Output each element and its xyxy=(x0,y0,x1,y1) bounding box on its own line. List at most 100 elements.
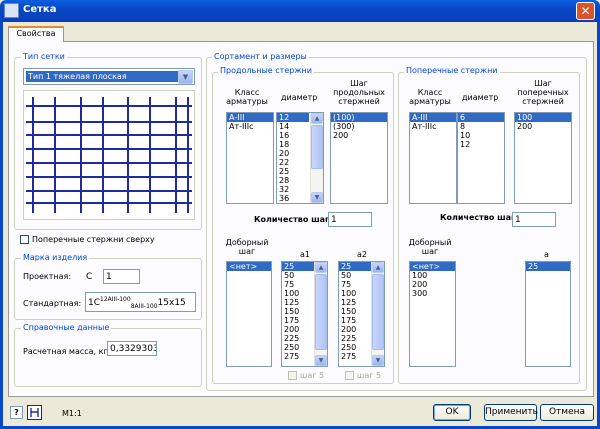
list-item[interactable]: 225 xyxy=(339,334,371,343)
list-item[interactable]: 250 xyxy=(339,343,371,352)
scroll-up-icon[interactable]: ▲ xyxy=(372,262,384,273)
list-item[interactable]: (300) xyxy=(331,122,387,131)
list-item[interactable]: 20 xyxy=(277,149,309,158)
list-item[interactable]: 175 xyxy=(282,316,314,325)
list-item[interactable]: 12 xyxy=(458,140,504,149)
trans-steps-count-input[interactable]: 1 xyxy=(512,212,556,227)
scroll-thumb[interactable] xyxy=(315,274,327,350)
long-diam-scrollbar[interactable]: ▲ ▼ xyxy=(310,113,323,203)
list-item[interactable]: 16 xyxy=(277,131,309,140)
list-item[interactable]: 200 xyxy=(515,122,571,131)
a1-step5-checkbox[interactable] xyxy=(288,371,297,380)
a2-step5-checkbox[interactable] xyxy=(345,371,354,380)
long-extra-step-list[interactable]: <нет> xyxy=(226,261,272,367)
list-item[interactable]: 175 xyxy=(339,316,371,325)
scroll-down-icon[interactable]: ▼ xyxy=(372,355,384,366)
list-item[interactable]: <нет> xyxy=(227,262,271,271)
list-item[interactable]: 150 xyxy=(282,307,314,316)
list-item[interactable]: 100 xyxy=(515,113,571,122)
trans-class-header: Класс арматуры xyxy=(409,88,451,106)
scroll-down-icon[interactable]: ▼ xyxy=(311,192,323,203)
longitudinal-title: Продольные стержни xyxy=(218,66,314,75)
pick-tool-icon[interactable] xyxy=(27,405,42,420)
list-item[interactable]: Ат-IIIс xyxy=(410,122,456,131)
list-item[interactable]: 25 xyxy=(526,262,570,271)
scroll-thumb[interactable] xyxy=(372,274,384,350)
ok-button[interactable]: OK xyxy=(433,404,471,421)
scroll-up-icon[interactable]: ▲ xyxy=(311,113,323,124)
scroll-down-icon[interactable]: ▼ xyxy=(315,355,327,366)
list-item[interactable]: 150 xyxy=(339,307,371,316)
scroll-thumb[interactable] xyxy=(311,125,323,169)
list-item[interactable]: 300 xyxy=(410,289,455,298)
scroll-up-icon[interactable]: ▲ xyxy=(315,262,327,273)
list-item[interactable]: А-III xyxy=(410,113,456,122)
list-item[interactable]: 125 xyxy=(282,298,314,307)
mesh-type-selected: Тип 1 тяжелая плоская xyxy=(26,71,192,82)
trans-step-list[interactable]: 100 200 xyxy=(514,112,572,204)
trans-extra-step-list[interactable]: <нет> 100 200 300 xyxy=(409,261,456,367)
a1-header: а1 xyxy=(300,250,310,259)
apply-button[interactable]: Применить xyxy=(484,404,538,421)
transverse-title: Поперечные стержни xyxy=(404,66,500,75)
list-item[interactable]: А-III xyxy=(227,113,273,122)
a1-list[interactable]: 25 50 75 100 125 150 175 200 225 250 275 ▲ ▼ xyxy=(281,261,328,367)
list-item[interactable]: 100 xyxy=(410,271,455,280)
transverse-on-top-checkbox[interactable] xyxy=(20,235,29,244)
list-item[interactable]: 100 xyxy=(282,289,314,298)
list-item[interactable]: 12 xyxy=(277,113,309,122)
a-list[interactable]: 25 xyxy=(525,261,571,367)
list-item[interactable]: Ат-IIIс xyxy=(227,122,273,131)
list-item[interactable]: 75 xyxy=(282,280,314,289)
list-item[interactable]: 6 xyxy=(458,113,504,122)
list-item[interactable]: (100) xyxy=(331,113,387,122)
list-item[interactable]: 14 xyxy=(277,122,309,131)
list-item[interactable]: 36 xyxy=(277,194,309,203)
chevron-down-icon[interactable]: ▼ xyxy=(178,70,193,84)
tab-properties[interactable]: Свойства xyxy=(8,26,64,42)
list-item[interactable]: 10 xyxy=(458,131,504,140)
design-mark-label: Проектная: xyxy=(23,272,72,281)
list-item[interactable]: 250 xyxy=(282,343,314,352)
trans-diam-list[interactable]: 6 8 10 12 xyxy=(457,112,505,204)
a2-list[interactable]: 25 50 75 100 125 150 175 200 225 250 275 ▲ ▼ xyxy=(338,261,385,367)
list-item[interactable]: 275 xyxy=(282,352,314,361)
close-button[interactable]: ✕ xyxy=(576,2,595,20)
long-step-header: Шаг продольных стержней xyxy=(333,79,385,106)
long-diam-list[interactable]: 12 14 16 18 20 22 25 28 32 36 ▲ ▼ xyxy=(276,112,324,204)
long-step-list[interactable]: (100) (300) 200 xyxy=(330,112,388,204)
a2-scrollbar[interactable]: ▲ ▼ xyxy=(371,262,384,366)
list-item[interactable]: 25 xyxy=(282,262,314,271)
list-item[interactable]: 200 xyxy=(410,280,455,289)
trans-class-list[interactable]: А-III Ат-IIIс xyxy=(409,112,457,204)
long-class-list[interactable]: А-III Ат-IIIс xyxy=(226,112,274,204)
list-item[interactable]: 22 xyxy=(277,158,309,167)
list-item[interactable]: <нет> xyxy=(410,262,455,271)
trans-diam-header: диаметр xyxy=(462,93,499,102)
design-mark-input[interactable]: 1 xyxy=(103,269,140,284)
list-item[interactable]: 8 xyxy=(458,122,504,131)
list-item[interactable]: 25 xyxy=(339,262,371,271)
list-item[interactable]: 125 xyxy=(339,298,371,307)
standard-mark-field: 1С12AIII-1008AIII-10015x15 xyxy=(85,292,196,312)
list-item[interactable]: 25 xyxy=(277,167,309,176)
mass-label: Расчетная масса, кг: xyxy=(23,347,111,356)
list-item[interactable]: 18 xyxy=(277,140,309,149)
list-item[interactable]: 32 xyxy=(277,185,309,194)
list-item[interactable]: 50 xyxy=(282,271,314,280)
list-item[interactable]: 75 xyxy=(339,280,371,289)
list-item[interactable]: 50 xyxy=(339,271,371,280)
list-item[interactable]: 200 xyxy=(331,131,387,140)
list-item[interactable]: 28 xyxy=(277,176,309,185)
help-icon[interactable]: ? xyxy=(10,406,23,419)
a1-scrollbar[interactable]: ▲ ▼ xyxy=(314,262,327,366)
list-item[interactable]: 225 xyxy=(282,334,314,343)
mesh-type-select[interactable]: Тип 1 тяжелая плоская ▼ xyxy=(23,68,195,85)
list-item[interactable]: 275 xyxy=(339,352,371,361)
list-item[interactable]: 100 xyxy=(339,289,371,298)
mesh-preview-drawing xyxy=(26,97,192,213)
list-item[interactable]: 200 xyxy=(282,325,314,334)
long-steps-count-input[interactable]: 1 xyxy=(328,212,372,227)
cancel-button[interactable]: Отмена xyxy=(540,404,594,421)
list-item[interactable]: 200 xyxy=(339,325,371,334)
